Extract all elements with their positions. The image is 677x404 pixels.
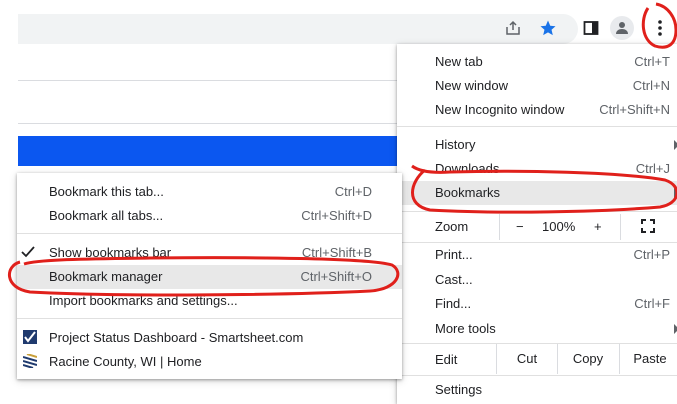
menu-item-more-tools[interactable]: More tools bbox=[397, 317, 677, 341]
submenu-item-shortcut: Ctrl+Shift+O bbox=[300, 269, 372, 284]
menu-edit-row: Edit Cut Copy Paste bbox=[397, 344, 677, 374]
menu-item-downloads[interactable]: Downloads Ctrl+J bbox=[397, 157, 677, 181]
menu-item-shortcut: Ctrl+T bbox=[634, 54, 670, 69]
submenu-item-show-bar[interactable]: Show bookmarks bar Ctrl+Shift+B bbox=[17, 241, 402, 265]
zoom-out-button[interactable]: − bbox=[516, 219, 524, 234]
menu-item-shortcut: Ctrl+N bbox=[632, 78, 670, 93]
menu-item-new-tab[interactable]: New tab Ctrl+T bbox=[397, 50, 677, 74]
browser-toolbar bbox=[0, 0, 677, 48]
paste-button[interactable]: Paste bbox=[619, 344, 677, 374]
zoom-controls: − 100% + bbox=[499, 214, 621, 240]
submenu-item-label: Bookmark all tabs... bbox=[49, 208, 164, 223]
menu-item-label: Bookmarks bbox=[435, 185, 501, 200]
menu-item-find[interactable]: Find... Ctrl+F bbox=[397, 292, 677, 316]
submenu-item-label: Bookmark manager bbox=[49, 269, 163, 284]
menu-item-new-window[interactable]: New window Ctrl+N bbox=[397, 74, 677, 98]
bookmarks-submenu: Bookmark this tab... Ctrl+D Bookmark all… bbox=[17, 173, 402, 379]
menu-item-label: Downloads bbox=[435, 161, 500, 176]
menu-item-shortcut: Ctrl+P bbox=[633, 247, 670, 262]
chrome-menu: New tab Ctrl+T New window Ctrl+N New Inc… bbox=[397, 44, 677, 404]
edit-label: Edit bbox=[435, 352, 458, 367]
menu-item-label: Print... bbox=[435, 247, 473, 262]
profile-icon[interactable] bbox=[610, 16, 634, 40]
menu-item-label: History bbox=[435, 137, 476, 152]
menu-item-label: New Incognito window bbox=[435, 102, 565, 117]
menu-separator bbox=[397, 126, 677, 127]
zoom-level: 100% bbox=[542, 219, 576, 234]
divider bbox=[18, 123, 398, 124]
menu-separator bbox=[397, 375, 677, 376]
star-icon[interactable] bbox=[535, 15, 561, 41]
bookmark-item[interactable]: Racine County, WI | Home bbox=[17, 350, 402, 374]
submenu-item-bookmark-manager[interactable]: Bookmark manager Ctrl+Shift+O bbox=[17, 265, 402, 289]
submenu-item-bookmark-all[interactable]: Bookmark all tabs... Ctrl+Shift+D bbox=[17, 204, 402, 228]
submenu-item-shortcut: Ctrl+Shift+B bbox=[301, 245, 372, 260]
zoom-in-button[interactable]: + bbox=[594, 219, 602, 234]
bookmark-item[interactable]: Project Status Dashboard - Smartsheet.co… bbox=[17, 326, 402, 350]
menu-item-history[interactable]: History bbox=[397, 133, 677, 157]
cut-button[interactable]: Cut bbox=[496, 344, 557, 374]
submenu-item-shortcut: Ctrl+Shift+D bbox=[301, 208, 372, 223]
menu-separator bbox=[397, 211, 677, 212]
submenu-item-label: Show bookmarks bar bbox=[49, 245, 172, 260]
fullscreen-icon[interactable] bbox=[641, 219, 655, 236]
menu-item-label: New tab bbox=[435, 54, 483, 69]
menu-item-shortcut: Ctrl+J bbox=[635, 161, 670, 176]
submenu-separator bbox=[17, 318, 402, 319]
menu-item-label: New window bbox=[435, 78, 508, 93]
divider bbox=[18, 80, 398, 81]
page-banner bbox=[18, 136, 402, 166]
copy-button[interactable]: Copy bbox=[557, 344, 618, 374]
side-panel-icon[interactable] bbox=[578, 15, 604, 41]
submenu-item-shortcut: Ctrl+D bbox=[334, 184, 372, 199]
bookmark-label: Racine County, WI | Home bbox=[49, 354, 202, 369]
menu-item-shortcut: Ctrl+F bbox=[634, 296, 670, 311]
submenu-item-bookmark-tab[interactable]: Bookmark this tab... Ctrl+D bbox=[17, 180, 402, 204]
smartsheet-favicon-icon bbox=[23, 330, 37, 344]
check-icon bbox=[21, 246, 35, 261]
submenu-item-label: Bookmark this tab... bbox=[49, 184, 164, 199]
zoom-label: Zoom bbox=[435, 219, 469, 234]
menu-item-bookmarks[interactable]: Bookmarks bbox=[397, 181, 677, 205]
menu-item-new-incognito[interactable]: New Incognito window Ctrl+Shift+N bbox=[397, 98, 677, 122]
more-vert-icon[interactable] bbox=[647, 15, 673, 41]
menu-zoom-row: Zoom − 100% + bbox=[397, 214, 677, 240]
menu-item-label: Find... bbox=[435, 296, 472, 311]
submenu-separator bbox=[17, 233, 402, 234]
menu-item-cast[interactable]: Cast... bbox=[397, 268, 677, 292]
menu-item-settings[interactable]: Settings bbox=[397, 378, 677, 402]
address-bar[interactable] bbox=[18, 14, 578, 44]
bookmark-label: Project Status Dashboard - Smartsheet.co… bbox=[49, 330, 304, 345]
share-icon[interactable] bbox=[500, 15, 526, 41]
submenu-item-label: Import bookmarks and settings... bbox=[49, 293, 238, 308]
menu-item-label: Cast... bbox=[435, 272, 473, 287]
menu-item-label: More tools bbox=[435, 321, 496, 336]
menu-item-shortcut: Ctrl+Shift+N bbox=[599, 102, 670, 117]
menu-item-print[interactable]: Print... Ctrl+P bbox=[397, 243, 677, 267]
submenu-item-import[interactable]: Import bookmarks and settings... bbox=[17, 289, 402, 313]
menu-item-label: Settings bbox=[435, 382, 482, 397]
racine-favicon-icon bbox=[22, 353, 38, 369]
